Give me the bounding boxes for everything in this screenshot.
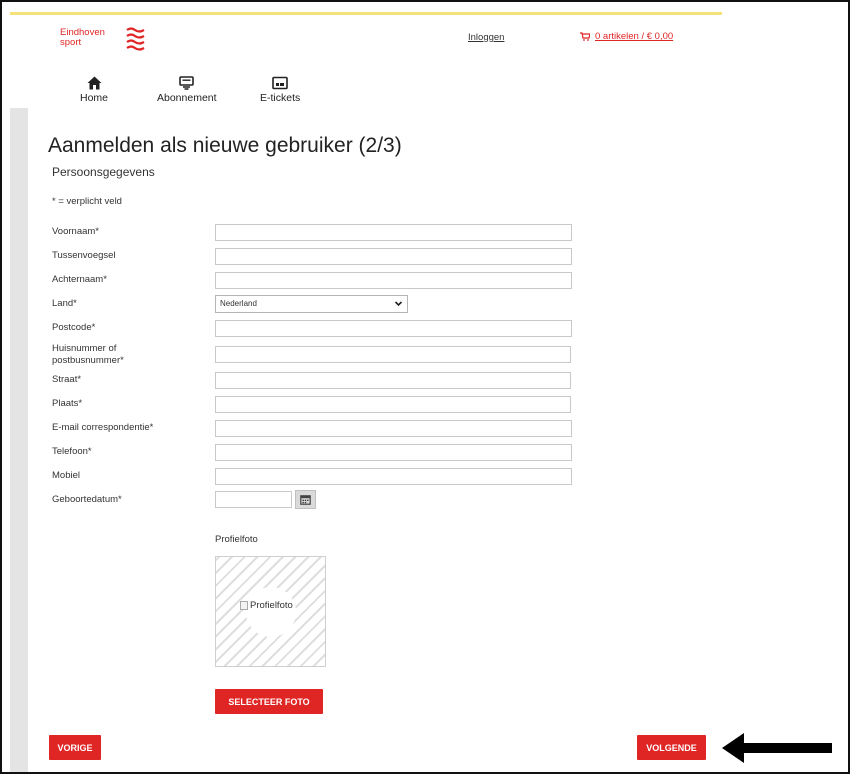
- cart-link[interactable]: 0 artikelen / € 0,00: [580, 31, 673, 42]
- label-phone: Telefoon*: [52, 446, 92, 457]
- label-street: Straat*: [52, 374, 82, 385]
- home-icon: [87, 76, 101, 90]
- eindhoven-sport-logo[interactable]: Eindhoven sport: [60, 27, 150, 58]
- required-field-note: * = verplicht veld: [52, 196, 122, 207]
- nav-label-home: Home: [80, 92, 109, 104]
- calendar-icon: [300, 495, 311, 505]
- ticket-icon: [272, 76, 288, 90]
- label-country: Land*: [52, 298, 77, 309]
- label-last-name: Achternaam*: [52, 274, 107, 285]
- label-first-name: Voornaam*: [52, 226, 100, 237]
- nav-item-home[interactable]: Home: [80, 76, 108, 104]
- birth-date-input[interactable]: [215, 491, 292, 508]
- label-house-number: Huisnummer of postbusnummer*: [52, 343, 124, 366]
- nav-item-e-tickets[interactable]: E-tickets: [260, 76, 300, 104]
- nav-label-e-tickets: E-tickets: [260, 92, 301, 104]
- mobile-input[interactable]: [215, 468, 572, 485]
- logo-text: Eindhoven sport: [60, 28, 105, 48]
- label-infix: Tussenvoegsel: [52, 250, 116, 261]
- profile-photo-label: Profielfoto: [215, 534, 258, 545]
- logo-line-2: sport: [60, 37, 82, 48]
- postcode-input[interactable]: [215, 320, 572, 337]
- profile-photo-preview: Profielfoto: [215, 556, 326, 667]
- subscription-icon: [179, 76, 195, 90]
- header-accent-line: [10, 12, 722, 15]
- country-select-value: Nederland: [220, 299, 257, 308]
- street-input[interactable]: [215, 372, 571, 389]
- phone-input[interactable]: [215, 444, 572, 461]
- arrow-left-icon: [722, 733, 832, 763]
- left-side-bar: [10, 108, 28, 772]
- logo-wave-icon: [126, 27, 145, 51]
- page-title: Aanmelden als nieuwe gebruiker (2/3): [48, 134, 402, 157]
- first-name-input[interactable]: [215, 224, 572, 241]
- select-photo-button[interactable]: SELECTEER FOTO: [215, 689, 323, 714]
- cart-label: 0 artikelen / € 0,00: [595, 31, 674, 42]
- previous-button[interactable]: VORIGE: [49, 735, 101, 760]
- section-title: Persoonsgegevens: [52, 165, 155, 179]
- date-picker-button[interactable]: [295, 490, 316, 509]
- next-button[interactable]: VOLGENDE: [637, 735, 706, 760]
- nav-label-abonnement: Abonnement: [157, 92, 217, 104]
- label-email: E-mail correspondentie*: [52, 422, 154, 433]
- login-link[interactable]: Inloggen: [468, 32, 504, 43]
- photo-placeholder-circle: [246, 587, 296, 637]
- house-number-input[interactable]: [215, 346, 571, 363]
- last-name-input[interactable]: [215, 272, 572, 289]
- nav-item-abonnement[interactable]: Abonnement: [157, 76, 217, 104]
- label-city: Plaats*: [52, 398, 83, 409]
- label-mobile: Mobiel: [52, 470, 80, 481]
- city-input[interactable]: [215, 396, 571, 413]
- broken-image-icon: [240, 601, 248, 610]
- label-postcode: Postcode*: [52, 322, 96, 333]
- infix-input[interactable]: [215, 248, 572, 265]
- chevron-down-icon: [394, 301, 403, 307]
- label-birth-date: Geboortedatum*: [52, 494, 122, 505]
- country-select[interactable]: Nederland: [215, 295, 408, 313]
- profile-photo-alt: Profielfoto: [240, 600, 293, 611]
- profile-photo-alt-text: Profielfoto: [250, 600, 293, 611]
- email-input[interactable]: [215, 420, 572, 437]
- cart-icon: [580, 32, 590, 41]
